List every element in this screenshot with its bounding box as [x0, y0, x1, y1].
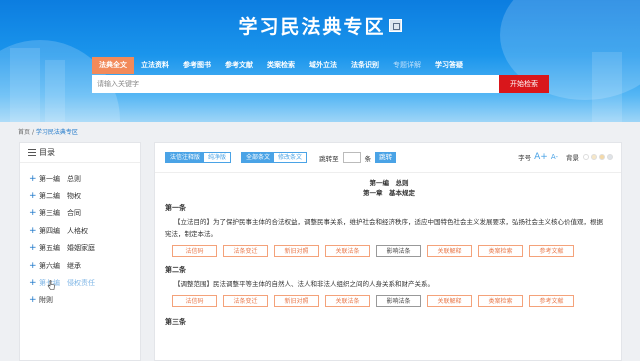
- nav-item[interactable]: 类案检索: [260, 57, 302, 74]
- search-button[interactable]: 开始检索: [499, 75, 549, 93]
- nav-item[interactable]: 参考图书: [176, 57, 218, 74]
- reading-tools: 字号 A+ A- 背景: [518, 152, 613, 162]
- article-action-button[interactable]: 参考文献: [529, 245, 574, 257]
- scope-all[interactable]: 全部条文: [242, 153, 275, 162]
- banner-building: [592, 52, 622, 122]
- jump-input[interactable]: [342, 152, 361, 163]
- banner-building: [10, 48, 40, 122]
- article-actions: 法信码 法条变迁 新旧对照 关联法条 影响法条 关联解释 类案检索 参考文献: [155, 295, 621, 307]
- expand-icon[interactable]: +: [29, 174, 39, 184]
- article-action-button[interactable]: 法条变迁: [223, 295, 268, 307]
- article-action-button[interactable]: 法信码: [172, 295, 217, 307]
- article-action-button[interactable]: 类案检索: [478, 295, 523, 307]
- expand-icon[interactable]: +: [29, 208, 39, 218]
- scope-toggle: 全部条文 修改条文: [241, 152, 308, 163]
- search-input[interactable]: [92, 75, 499, 93]
- expand-icon[interactable]: +: [29, 243, 39, 253]
- toc-item[interactable]: + 附则: [20, 292, 140, 309]
- mode-plain[interactable]: 纯净版: [204, 153, 230, 162]
- breadcrumb-current[interactable]: 学习民法典专区: [36, 129, 78, 136]
- toc-item[interactable]: + 第七编 侵权责任: [20, 274, 140, 291]
- chapter-heading: 第一章 基本规定: [363, 189, 415, 197]
- scope-modified[interactable]: 修改条文: [274, 153, 306, 162]
- article-title: 第一条: [165, 204, 186, 212]
- article-action-button[interactable]: 关联法条: [325, 295, 370, 307]
- article-action-button[interactable]: 法信码: [172, 245, 217, 257]
- background-swatch[interactable]: [591, 154, 597, 160]
- article-title: 第三条: [165, 318, 186, 326]
- toc-list: + 第一编 总则 + 第二编 物权 + 第三编 合同 + 第四编 人格权 + 第五编 婚姻家庭 + 第六编 继承 +…: [20, 163, 140, 309]
- toc-item[interactable]: + 第五编 婚姻家庭: [20, 240, 140, 257]
- main-nav: 法典全文 立法资料 参考图书 参考文献 类案检索 域外立法 法条识别 专题详解 学习答疑: [92, 57, 549, 74]
- expand-icon[interactable]: +: [29, 295, 39, 305]
- nav-item[interactable]: 立法资料: [134, 57, 176, 74]
- article-action-button[interactable]: 类案检索: [478, 245, 523, 257]
- nav-item[interactable]: 法典全文: [92, 57, 134, 74]
- background-swatch[interactable]: [583, 154, 589, 160]
- jump-to-article: 跳转至 条 跳转: [319, 152, 397, 163]
- toc-item[interactable]: + 第六编 继承: [20, 257, 140, 274]
- breadcrumb: 首页 / 学习民法典专区: [18, 129, 78, 136]
- background-swatch[interactable]: [607, 154, 613, 160]
- expand-icon[interactable]: +: [29, 226, 39, 236]
- article-action-button[interactable]: 参考文献: [529, 295, 574, 307]
- content-toolbar: 法信注释版 纯净版 全部条文 修改条文 跳转至 条 跳转 字号 A+ A- 背景: [155, 143, 621, 173]
- version-toggle: 法信注释版 纯净版: [165, 152, 232, 163]
- toc-item[interactable]: + 第一编 总则: [20, 170, 140, 187]
- page-title: 学习民法典专区: [0, 12, 640, 39]
- header-banner: 学习民法典专区 法典全文 立法资料 参考图书 参考文献 类案检索 域外立法 法条识别 专题详解…: [0, 0, 640, 122]
- breadcrumb-home[interactable]: 首页: [18, 129, 30, 136]
- article-action-button[interactable]: 影响法条: [376, 295, 421, 307]
- article-text: 【调整范围】民法调整平等主体的自然人、法人和非法人组织之间的人身关系和财产关系。: [174, 280, 434, 288]
- nav-item[interactable]: 专题详解: [386, 57, 428, 74]
- toc-sidebar: 目录 + 第一编 总则 + 第二编 物权 + 第三编 合同 + 第四编 人格权 + 第五编 婚姻家庭 + 第六编…: [19, 142, 141, 361]
- article-text: 【立法目的】为了保护民事主体的合法权益，调整民事关系，维护社会和经济秩序，适应中…: [165, 218, 603, 238]
- nav-item[interactable]: 参考文献: [218, 57, 260, 74]
- article-action-button[interactable]: 法条变迁: [223, 245, 268, 257]
- article-action-button[interactable]: 影响法条: [376, 245, 421, 257]
- hand-cursor-icon: [47, 280, 55, 290]
- mode-annotated[interactable]: 法信注释版: [166, 153, 205, 162]
- toc-item[interactable]: + 第二编 物权: [20, 187, 140, 204]
- toc-item[interactable]: + 第四编 人格权: [20, 222, 140, 239]
- toc-item[interactable]: + 第三编 合同: [20, 205, 140, 222]
- menu-icon: [28, 149, 36, 156]
- font-decrease-button[interactable]: A-: [551, 153, 558, 161]
- font-increase-button[interactable]: A+: [534, 152, 548, 162]
- background-swatch[interactable]: [599, 154, 605, 160]
- article-title: 第二条: [165, 266, 186, 274]
- banner-building: [45, 60, 65, 122]
- content-panel: 法信注释版 纯净版 全部条文 修改条文 跳转至 条 跳转 字号 A+ A- 背景…: [154, 142, 622, 361]
- article-action-button[interactable]: 关联法条: [325, 245, 370, 257]
- article-actions: 法信码 法条变迁 新旧对照 关联法条 影响法条 关联解释 类案检索 参考文献: [155, 245, 621, 257]
- expand-icon[interactable]: +: [29, 261, 39, 271]
- law-document: 第一编 总则 第一章 基本规定 第一条【立法目的】为了保护民事主体的合法权益，调…: [155, 178, 621, 327]
- article-action-button[interactable]: 关联解释: [427, 295, 472, 307]
- nav-item[interactable]: 学习答疑: [428, 57, 470, 74]
- expand-icon[interactable]: +: [29, 191, 39, 201]
- seal-icon: [388, 19, 402, 32]
- search-bar: 开始检索: [92, 75, 549, 93]
- article-action-button[interactable]: 新旧对照: [274, 295, 319, 307]
- toc-header: 目录: [20, 143, 140, 163]
- nav-item[interactable]: 法条识别: [344, 57, 386, 74]
- expand-icon[interactable]: +: [29, 278, 39, 288]
- nav-item[interactable]: 域外立法: [302, 57, 344, 74]
- article-action-button[interactable]: 新旧对照: [274, 245, 319, 257]
- part-heading: 第一编 总则: [369, 179, 409, 187]
- article-action-button[interactable]: 关联解释: [427, 245, 472, 257]
- jump-button[interactable]: 跳转: [375, 152, 397, 163]
